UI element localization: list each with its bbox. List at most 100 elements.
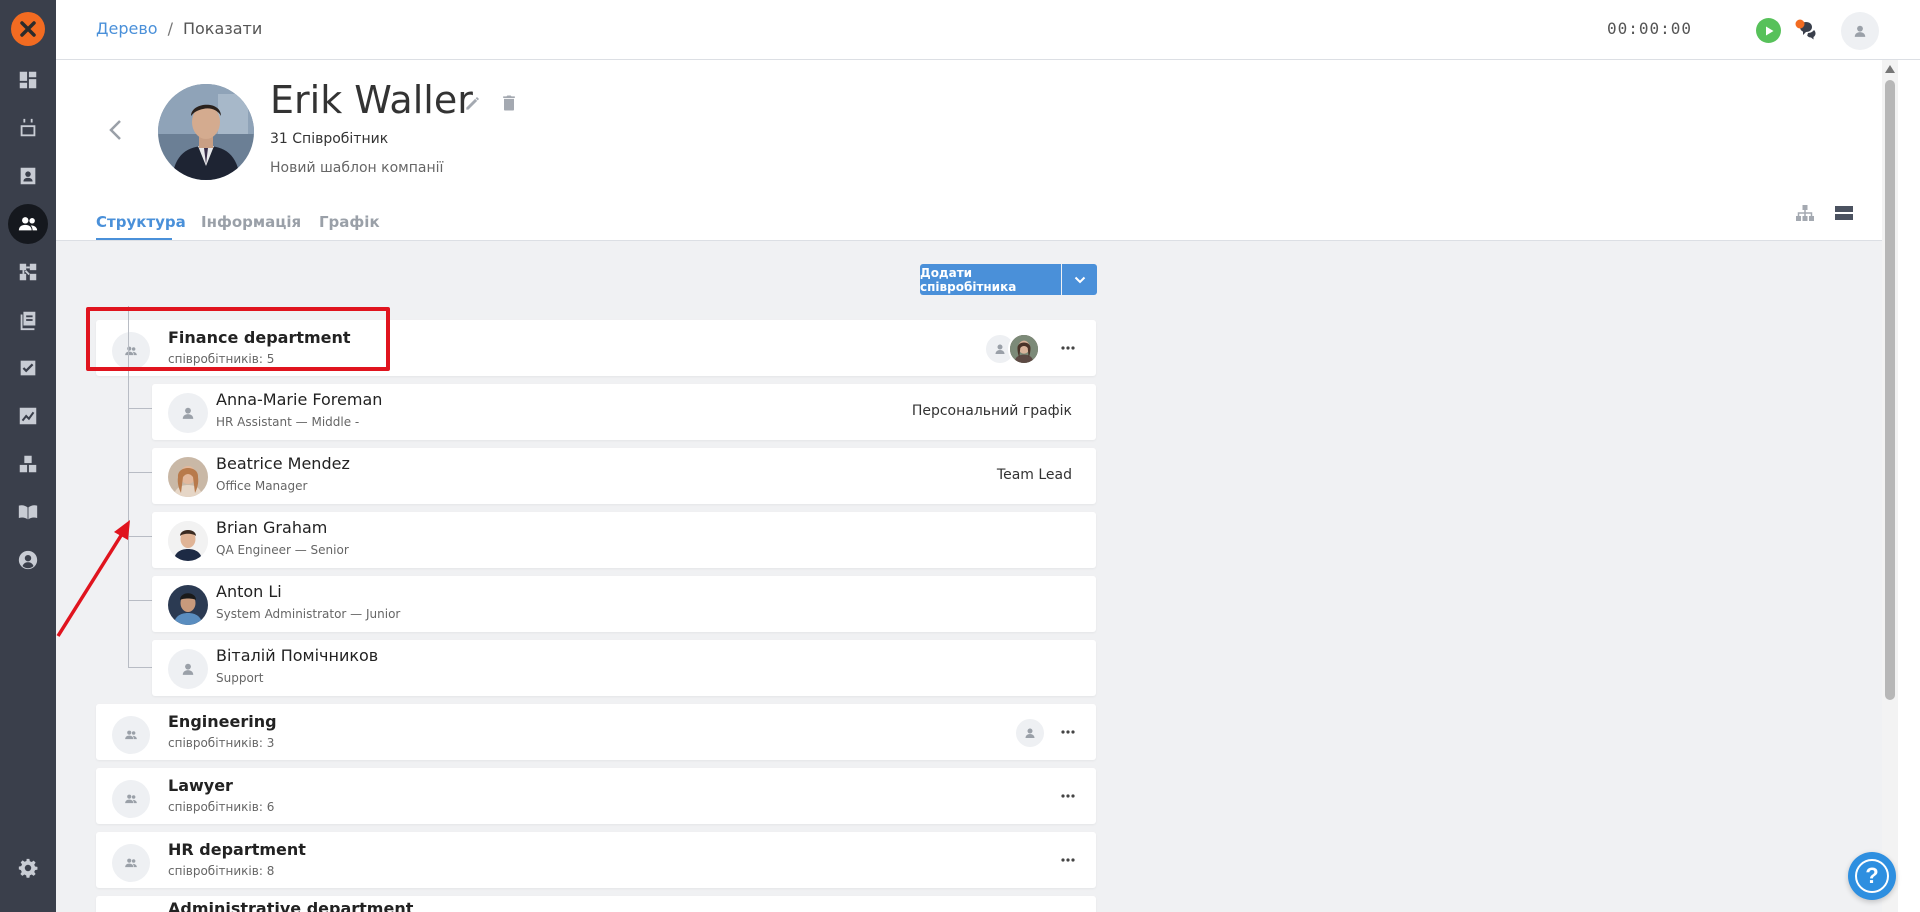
user-menu-avatar[interactable] — [1841, 12, 1879, 50]
sidebar-item-settings[interactable] — [8, 848, 48, 888]
sidebar-item-inventory[interactable] — [8, 444, 48, 484]
back-arrow-icon[interactable] — [106, 118, 126, 142]
sidebar-item-profile[interactable] — [8, 540, 48, 580]
breadcrumb-separator: / — [167, 19, 173, 38]
department-name: Engineering — [168, 712, 277, 731]
employee-role: Office Manager — [216, 479, 308, 493]
user-icon — [182, 663, 194, 675]
app-root: Дерево / Показати 00:00:00 Erik Waller 3… — [0, 0, 1920, 912]
book-open-icon — [18, 505, 38, 520]
department-icon — [112, 716, 150, 754]
tree-connector — [128, 472, 152, 473]
profile-avatar — [158, 84, 254, 180]
people-icon — [125, 794, 137, 804]
sidebar-item-team[interactable] — [8, 204, 48, 244]
more-horizontal-icon — [1061, 794, 1075, 798]
chevron-down-icon — [1074, 276, 1085, 283]
sidebar-item-library[interactable] — [8, 300, 48, 340]
sidebar-item-dashboard[interactable] — [8, 60, 48, 100]
user-icon — [1854, 25, 1866, 37]
workflow-icon — [19, 263, 37, 281]
department-more-menu[interactable] — [1058, 338, 1078, 358]
tab-information[interactable]: Інформація — [201, 213, 301, 231]
more-horizontal-icon — [1061, 730, 1075, 734]
employee-avatar — [168, 457, 208, 497]
department-name: Lawyer — [168, 776, 233, 795]
sidebar-item-tasks[interactable] — [8, 348, 48, 388]
department-icon — [112, 780, 150, 818]
employee-role: HR Assistant — Middle - — [216, 415, 360, 429]
app-logo[interactable] — [11, 12, 45, 46]
employee-row[interactable]: Anton Li System Administrator — Junior — [152, 576, 1096, 632]
add-employee-button[interactable]: Додати співробітника — [920, 264, 1061, 295]
department-row[interactable]: Administrative department — [96, 896, 1096, 912]
logo-x-icon — [20, 21, 36, 37]
boxes-icon — [19, 455, 37, 473]
employee-avatar — [168, 649, 208, 689]
user-icon — [1025, 728, 1035, 738]
notifications-chat-icon[interactable] — [1794, 18, 1818, 42]
department-more-menu[interactable] — [1058, 850, 1078, 870]
breadcrumb-current: Показати — [182, 19, 263, 38]
checkbox-icon — [20, 360, 36, 376]
scroll-up-arrow-icon[interactable] — [1884, 64, 1896, 74]
department-count: співробітників: 3 — [168, 736, 275, 750]
tree-connector — [128, 408, 152, 409]
department-name: HR department — [168, 840, 306, 859]
sidebar-item-knowledge[interactable] — [8, 492, 48, 532]
department-member-avatar — [1008, 333, 1040, 365]
employee-tag: Персональний графік — [911, 403, 1072, 419]
tree-view-icon[interactable] — [1795, 203, 1815, 223]
sidebar-item-analytics[interactable] — [8, 396, 48, 436]
tab-structure[interactable]: Структура — [96, 213, 186, 231]
employee-row[interactable]: Beatrice Mendez Office Manager Team Lead — [152, 448, 1096, 504]
department-count: співробітників: 8 — [168, 864, 275, 878]
employee-role: System Administrator — Junior — [216, 607, 401, 621]
more-horizontal-icon — [1061, 346, 1075, 350]
timer-start-button[interactable] — [1756, 18, 1781, 43]
people-icon — [18, 217, 38, 231]
sidebar-item-workflow[interactable] — [8, 252, 48, 292]
employee-name: Brian Graham — [216, 518, 328, 537]
breadcrumb-tree-link[interactable]: Дерево — [96, 19, 158, 38]
department-more-menu[interactable] — [1058, 786, 1078, 806]
employee-row[interactable]: Anna-Marie Foreman HR Assistant — Middle… — [152, 384, 1096, 440]
scrollbar-thumb[interactable] — [1885, 80, 1895, 700]
contact-card-icon — [20, 167, 36, 185]
gear-icon — [18, 858, 38, 878]
annotation-arrow-icon — [56, 520, 130, 637]
help-button[interactable]: ? — [1848, 852, 1896, 900]
dashboard-icon — [19, 71, 37, 89]
department-row[interactable]: HR department співробітників: 8 — [96, 832, 1096, 888]
trash-icon[interactable] — [499, 93, 519, 113]
sidebar-item-calendar[interactable] — [8, 108, 48, 148]
person-photo-icon — [158, 84, 254, 180]
sidebar — [0, 0, 56, 912]
employee-name: Anna-Marie Foreman — [216, 390, 383, 409]
employee-role: QA Engineer — Senior — [216, 543, 349, 557]
tree-connector — [128, 667, 152, 668]
user-circle-icon — [18, 550, 38, 570]
person-photo-icon — [168, 585, 208, 625]
list-view-icon[interactable] — [1834, 203, 1854, 223]
employee-name: Anton Li — [216, 582, 282, 601]
add-employee-dropdown-button[interactable] — [1062, 264, 1097, 295]
chart-icon — [19, 407, 37, 425]
employee-row[interactable]: Віталій Помічников Support — [152, 640, 1096, 696]
library-icon — [20, 311, 36, 331]
more-horizontal-icon — [1061, 858, 1075, 862]
help-question-icon: ? — [1855, 859, 1889, 893]
user-icon — [182, 407, 194, 419]
person-photo-icon — [168, 457, 208, 497]
profile-company-template: Новий шаблон компанії — [270, 160, 444, 176]
play-icon — [1765, 26, 1773, 35]
department-row[interactable]: Engineering співробітників: 3 — [96, 704, 1096, 760]
sidebar-item-contacts[interactable] — [8, 156, 48, 196]
employee-row[interactable]: Brian Graham QA Engineer — Senior — [152, 512, 1096, 568]
department-row[interactable]: Lawyer співробітників: 6 — [96, 768, 1096, 824]
employee-avatar — [168, 393, 208, 433]
tab-schedule[interactable]: Графік — [319, 213, 380, 231]
employee-role: Support — [216, 671, 264, 685]
edit-pencil-icon[interactable] — [463, 93, 483, 113]
department-more-menu[interactable] — [1058, 722, 1078, 742]
